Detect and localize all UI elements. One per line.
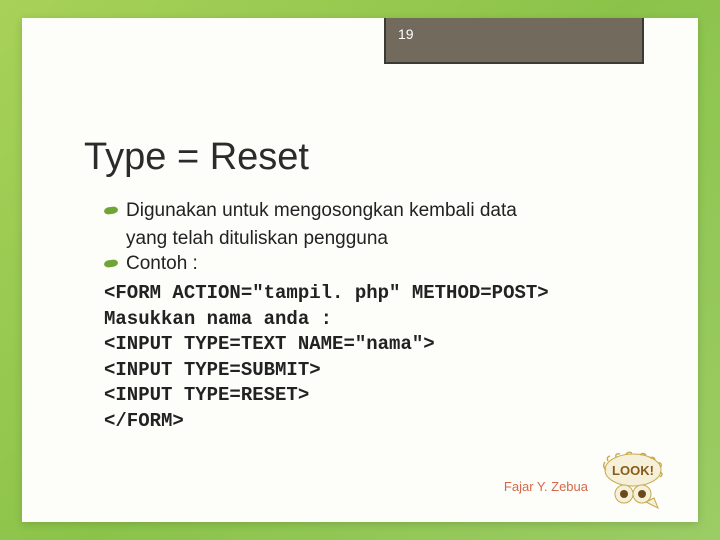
code-line: <INPUT TYPE=TEXT NAME="nama">: [104, 332, 638, 358]
bullet-text: Digunakan untuk mengosongkan kembali dat…: [126, 200, 517, 221]
code-line: <FORM ACTION="tampil. php" METHOD=POST>: [104, 281, 638, 307]
bullet-item: Digunakan untuk mengosongkan kembali dat…: [104, 198, 638, 224]
bullet-continuation: yang telah dituliskan pengguna: [104, 226, 638, 252]
look-label: LOOK!: [612, 463, 654, 478]
slide-card: 19 Type = Reset Digunakan untuk mengoson…: [22, 18, 698, 522]
page-number-box: 19: [384, 18, 644, 64]
footer-author: Fajar Y. Zebua: [504, 479, 588, 494]
code-block: <FORM ACTION="tampil. php" METHOD=POST> …: [104, 281, 638, 435]
code-line: Masukkan nama anda :: [104, 307, 638, 333]
code-line: <INPUT TYPE=SUBMIT>: [104, 358, 638, 384]
slide-content: Digunakan untuk mengosongkan kembali dat…: [104, 198, 638, 435]
bullet-item: Contoh :: [104, 251, 638, 277]
code-line: </FORM>: [104, 409, 638, 435]
slide-title: Type = Reset: [84, 136, 309, 179]
page-number: 19: [398, 26, 414, 42]
code-line: <INPUT TYPE=RESET>: [104, 383, 638, 409]
look-icon: LOOK!: [596, 448, 670, 510]
bullet-text: Contoh :: [126, 253, 198, 274]
